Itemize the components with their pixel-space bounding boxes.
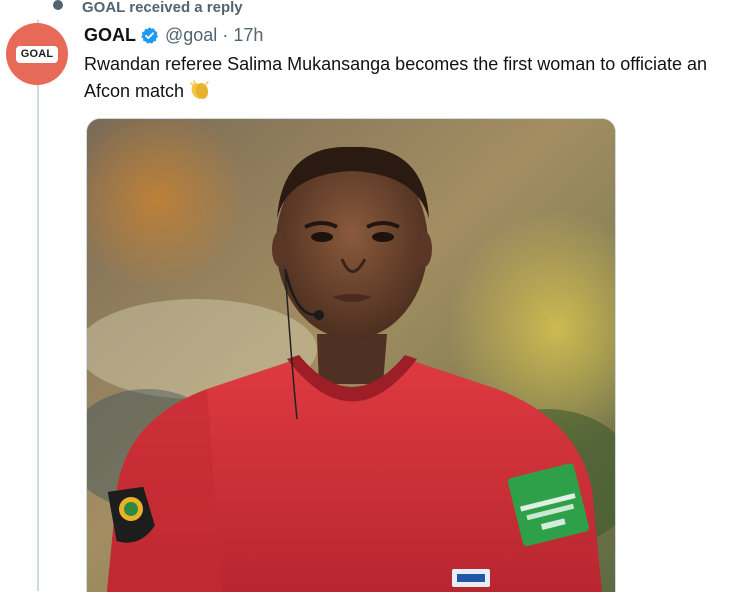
thread-line [37,20,39,591]
tweet-header: GOAL @goal · 17h [84,23,263,47]
author-name[interactable]: GOAL [84,25,136,46]
separator-dot: · [222,24,229,45]
referee-photo [87,119,615,592]
social-context-label[interactable]: GOAL received a reply [82,0,243,16]
avatar[interactable]: GOAL [6,23,68,85]
clapping-hands-icon [190,80,209,99]
author-handle[interactable]: @goal [165,25,217,46]
pin-icon [53,0,63,10]
social-context: GOAL received a reply [0,0,750,20]
verified-badge-icon [141,26,159,44]
tweet-text-content: Rwandan referee Salima Mukansanga become… [84,54,708,101]
tweet-text: Rwandan referee Salima Mukansanga become… [84,51,744,105]
tweet-photo[interactable] [86,118,616,592]
avatar-logo: GOAL [15,45,59,63]
tweet-timestamp[interactable]: 17h [233,25,263,46]
